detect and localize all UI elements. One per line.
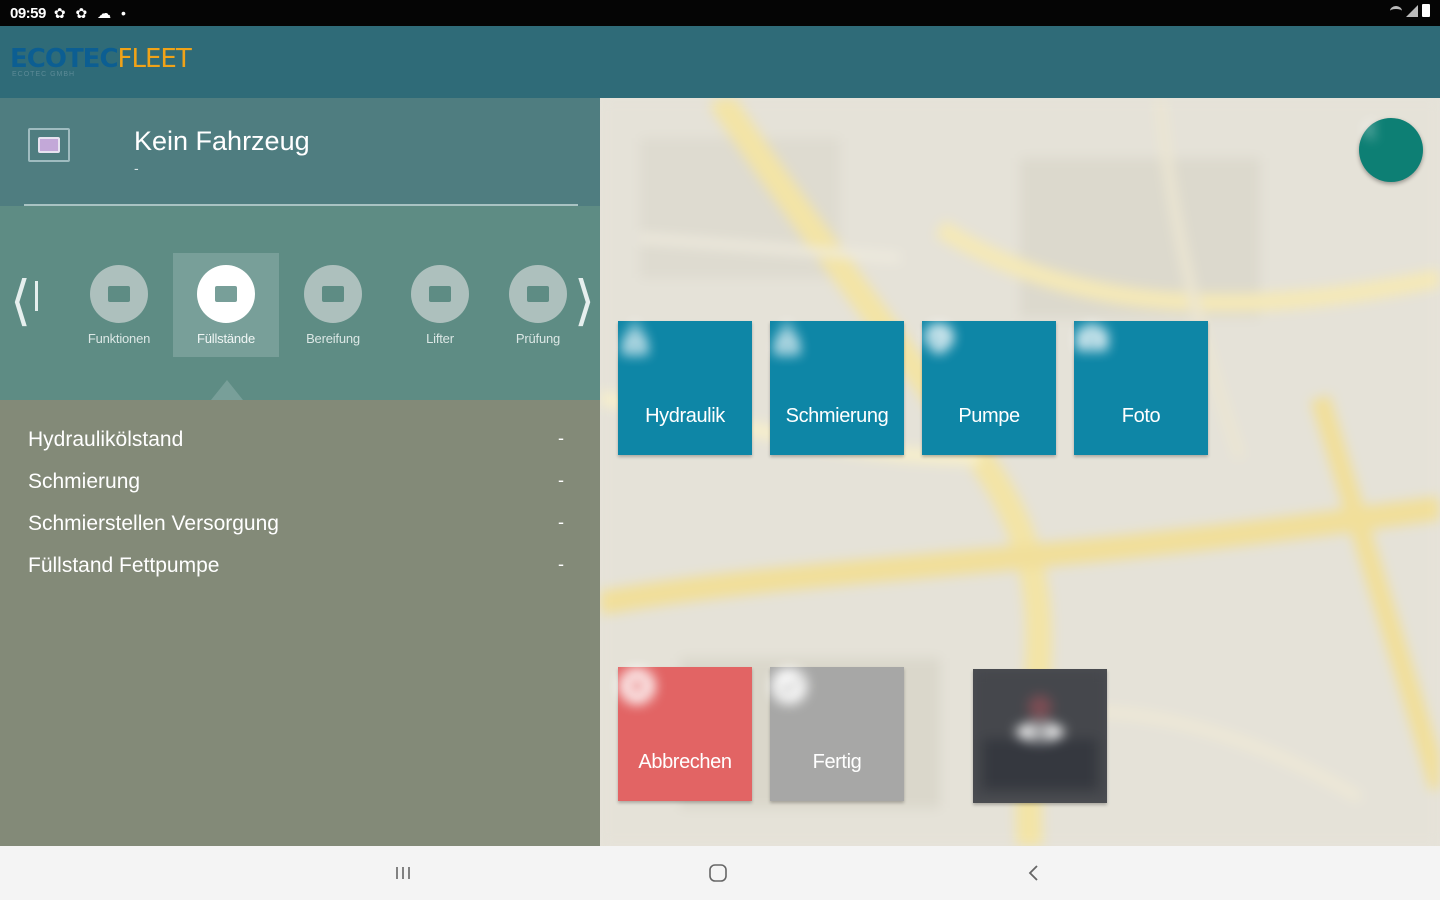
category-item-fuellstaende[interactable]: Füllstände <box>173 253 279 357</box>
category-label: Füllstände <box>197 331 255 346</box>
fan-icon: ✿ <box>75 4 91 21</box>
wifi-icon <box>1390 5 1402 16</box>
checklist-row[interactable]: Füllstand Fettpumpe - <box>28 554 574 596</box>
pumpe-label: Pumpe <box>958 405 1020 427</box>
status-time: 09:59 <box>10 4 46 22</box>
logo-part-ecotec: ECOTEC <box>10 44 119 74</box>
map-background: L Hydraulik L Schmierung Pumpe Foto Abbr… <box>600 98 1440 846</box>
foto-label: Foto <box>1121 405 1161 427</box>
carousel-next-arrow-icon[interactable]: ⟩ <box>574 274 595 328</box>
close-circle-icon <box>619 668 705 737</box>
svg-text:L: L <box>633 342 637 350</box>
done-button[interactable]: Fertig <box>770 667 904 801</box>
category-item-funktionen[interactable]: Funktionen <box>66 253 172 357</box>
cancel-button[interactable]: Abbrechen <box>618 667 752 801</box>
app-logo: ECOTECFLEET <box>10 44 192 74</box>
checklist-row[interactable]: Hydraulikölstand - <box>28 428 574 470</box>
oil-can-icon: L <box>774 322 857 391</box>
checklist-value: - <box>558 470 564 490</box>
notification-icons: ✿ ✿ ☁ • <box>54 5 129 22</box>
home-icon <box>709 864 727 882</box>
preview-button[interactable] <box>973 669 1107 803</box>
category-label: Prüfung <box>515 331 561 346</box>
vehicle-subtitle: - <box>134 160 139 176</box>
checklist-label: Füllstand Fettpumpe <box>28 554 220 577</box>
recent-apps-button[interactable] <box>388 860 418 886</box>
checklist-row[interactable]: Schmierstellen Versorgung - <box>28 512 574 554</box>
category-label: Bereifung <box>306 331 360 346</box>
back-nav-button[interactable] <box>1019 860 1049 886</box>
vehicle-header: Kein Fahrzeug - <box>0 98 600 207</box>
carousel-prev-arrow-icon[interactable]: ⟨ <box>10 274 31 328</box>
preview-thumbnail <box>973 669 1107 799</box>
svg-text:L: L <box>785 342 789 350</box>
pump-icon <box>925 324 1009 391</box>
app-header: ECOTECFLEET ECOTEC GMBH <box>0 26 1440 98</box>
dot-icon: • <box>121 4 129 21</box>
category-icon <box>509 265 567 323</box>
logo-part-fleet: FLEET <box>117 44 192 74</box>
carousel-partial-item <box>35 281 38 311</box>
cloud-icon: ☁ <box>97 4 115 21</box>
category-icon <box>90 265 148 323</box>
hydraulik-button[interactable]: L Hydraulik <box>618 321 752 455</box>
oil-can-icon: L <box>622 322 705 391</box>
checklist-value: - <box>558 428 564 448</box>
logo-tagline: ECOTEC GMBH <box>12 71 76 78</box>
pumpe-button[interactable]: Pumpe <box>922 321 1056 455</box>
back-button[interactable] <box>1359 118 1423 182</box>
status-bar: 09:59 ✿ ✿ ☁ • <box>0 0 1440 26</box>
checklist-value: - <box>558 512 564 532</box>
category-icon <box>197 265 255 323</box>
checklist-label: Hydraulikölstand <box>28 428 184 451</box>
checklist-label: Schmierung <box>28 470 141 493</box>
home-button[interactable] <box>703 860 733 886</box>
battery-icon <box>1422 4 1430 17</box>
image-placeholder-icon <box>38 137 60 153</box>
chevron-left-icon <box>1363 119 1375 139</box>
system-nav-bar <box>0 846 1440 900</box>
back-icon <box>1028 865 1038 881</box>
cancel-label: Abbrechen <box>638 751 732 773</box>
category-label: Funktionen <box>87 331 151 346</box>
checklist-label: Schmierstellen Versorgung <box>28 512 279 535</box>
category-icon <box>304 265 362 323</box>
checklist-value: - <box>558 554 564 574</box>
hydraulik-label: Hydraulik <box>645 405 725 427</box>
vehicle-image-icon[interactable] <box>28 128 70 162</box>
system-icons <box>1390 4 1430 17</box>
recent-apps-icon <box>396 867 410 879</box>
left-panel: Kein Fahrzeug - ⟨ Funktionen Füllstände … <box>0 98 600 846</box>
check-circle-icon <box>771 668 857 737</box>
category-label: Lifter <box>426 331 454 346</box>
category-item-bereifung[interactable]: Bereifung <box>280 253 386 357</box>
active-category-pointer <box>211 380 243 400</box>
category-icon <box>411 265 469 323</box>
schmierung-button[interactable]: L Schmierung <box>770 321 904 455</box>
signal-icon <box>1406 4 1418 17</box>
fan-icon: ✿ <box>53 4 69 21</box>
category-item-lifter[interactable]: Lifter <box>387 253 493 357</box>
foto-button[interactable]: Foto <box>1074 321 1208 455</box>
category-carousel: ⟨ Funktionen Füllstände Bereifung Lifter… <box>0 206 600 400</box>
checklist-row[interactable]: Schmierung - <box>28 470 574 512</box>
camera-icon <box>1077 325 1161 391</box>
vehicle-title: Kein Fahrzeug <box>134 126 310 156</box>
checklist: Hydraulikölstand - Schmierung - Schmiers… <box>28 428 574 596</box>
schmierung-label: Schmierung <box>785 405 889 427</box>
done-label: Fertig <box>812 751 862 773</box>
